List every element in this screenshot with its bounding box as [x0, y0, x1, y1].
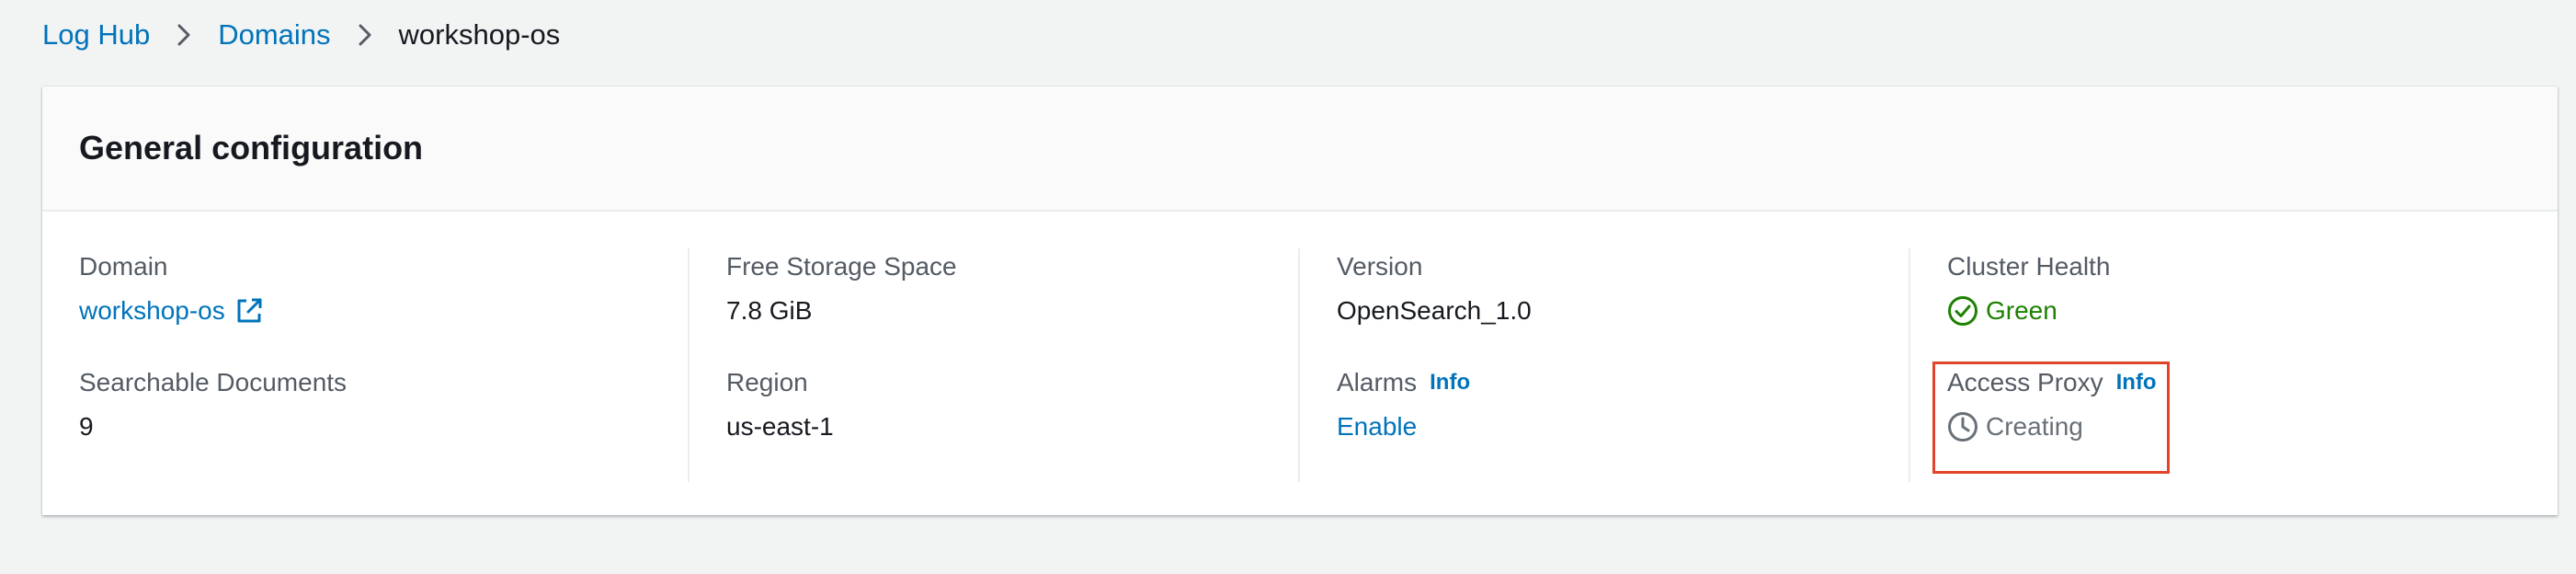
cluster-health-value: Green: [1986, 296, 2057, 325]
access-proxy-info-link[interactable]: Info: [2116, 370, 2157, 396]
domain-label: Domain: [79, 252, 168, 281]
access-proxy-label-row: Access Proxy Info: [1947, 364, 2157, 401]
column-divider: [1909, 248, 1910, 482]
domain-value: workshop-os: [79, 296, 225, 325]
free-storage-label: Free Storage Space: [726, 252, 957, 281]
cluster-health-status: Green: [1947, 291, 2057, 331]
general-configuration-panel: General configuration Domain workshop-os…: [42, 86, 2558, 515]
breadcrumb: Log Hub Domains workshop-os: [42, 15, 560, 55]
external-link-icon: [234, 296, 264, 326]
cluster-health-label: Cluster Health: [1947, 252, 2111, 281]
column-divider: [688, 248, 690, 482]
check-circle-icon: [1947, 295, 1978, 327]
domain-link[interactable]: workshop-os: [79, 291, 264, 331]
region-label: Region: [726, 368, 808, 396]
breadcrumb-current: workshop-os: [398, 18, 561, 51]
version-label: Version: [1337, 252, 1423, 281]
access-proxy-status: Creating: [1947, 407, 2083, 447]
searchable-documents-label: Searchable Documents: [79, 368, 348, 396]
breadcrumb-domains[interactable]: Domains: [218, 18, 330, 52]
alarms-info-link[interactable]: Info: [1430, 370, 1470, 396]
panel-header: General configuration: [42, 86, 2558, 212]
alarms-label: Alarms: [1337, 368, 1418, 396]
access-proxy-value: Creating: [1986, 412, 2083, 441]
alarms-enable-link[interactable]: Enable: [1337, 407, 1417, 447]
column-version: Version OpenSearch_1.0 Alarms Info Enabl…: [1337, 248, 1907, 482]
breadcrumb-log-hub[interactable]: Log Hub: [42, 18, 150, 52]
region-value: us-east-1: [726, 412, 834, 441]
chevron-right-icon: [359, 24, 371, 46]
column-domain: Domain workshop-os Searchable Documents …: [79, 248, 686, 482]
column-health: Cluster Health Green Access Proxy Info C…: [1947, 248, 2517, 482]
version-value: OpenSearch_1.0: [1337, 296, 1532, 325]
chevron-right-icon: [177, 24, 190, 46]
config-columns: Domain workshop-os Searchable Documents …: [42, 248, 2558, 482]
column-divider: [1298, 248, 1300, 482]
access-proxy-label: Access Proxy: [1947, 368, 2103, 396]
alarms-label-row: Alarms Info: [1337, 364, 1470, 401]
clock-icon: [1947, 411, 1978, 442]
column-storage: Free Storage Space 7.8 GiB Region us-eas…: [726, 248, 1296, 482]
panel-title: General configuration: [79, 129, 424, 166]
free-storage-value: 7.8 GiB: [726, 296, 813, 325]
searchable-documents-value: 9: [79, 412, 94, 441]
